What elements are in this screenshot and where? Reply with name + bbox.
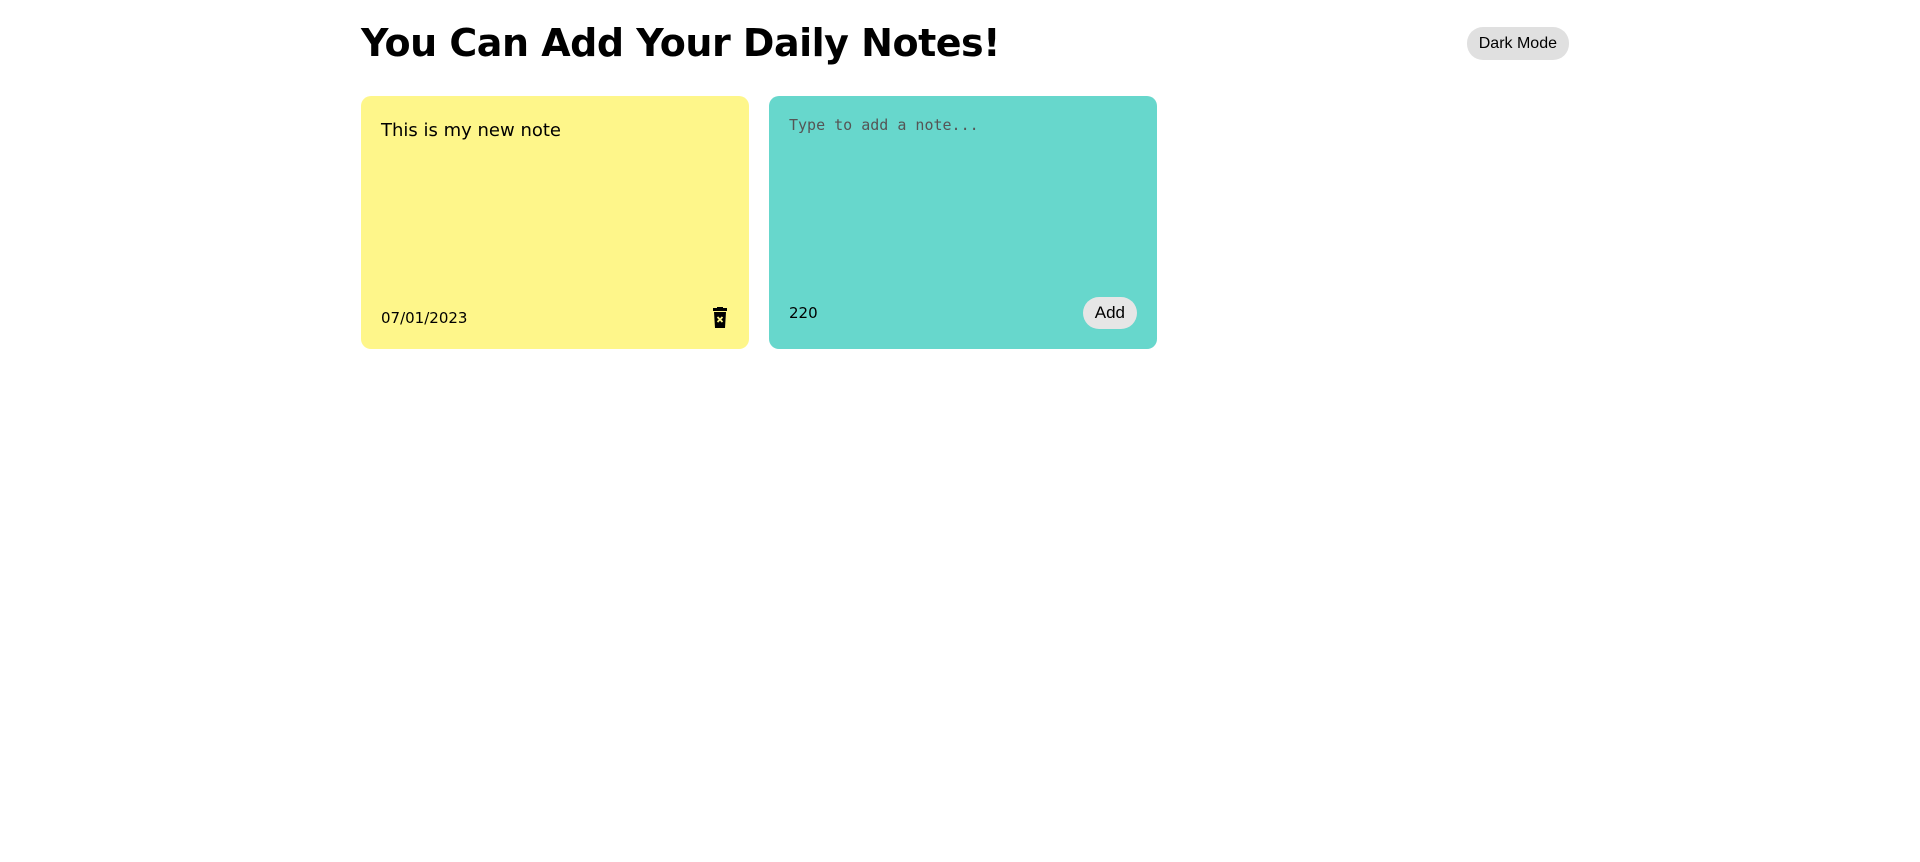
add-button[interactable]: Add <box>1082 297 1137 329</box>
trash-icon[interactable] <box>711 307 729 329</box>
new-note-card: 220 Add <box>769 96 1157 349</box>
page-title: You Can Add Your Daily Notes! <box>361 21 1000 65</box>
note-input[interactable] <box>789 116 1137 266</box>
note-card: This is my new note 07/01/2023 <box>361 96 749 349</box>
app-container: You Can Add Your Daily Notes! Dark Mode … <box>361 0 1569 349</box>
header: You Can Add Your Daily Notes! Dark Mode <box>361 0 1569 86</box>
note-footer: 07/01/2023 <box>381 307 729 329</box>
note-date: 07/01/2023 <box>381 309 468 327</box>
dark-mode-button[interactable]: Dark Mode <box>1466 26 1569 60</box>
new-note-footer: 220 Add <box>789 297 1137 329</box>
characters-remaining: 220 <box>789 304 818 322</box>
notes-list: This is my new note 07/01/2023 220 Add <box>361 96 1569 349</box>
note-text: This is my new note <box>381 120 561 141</box>
